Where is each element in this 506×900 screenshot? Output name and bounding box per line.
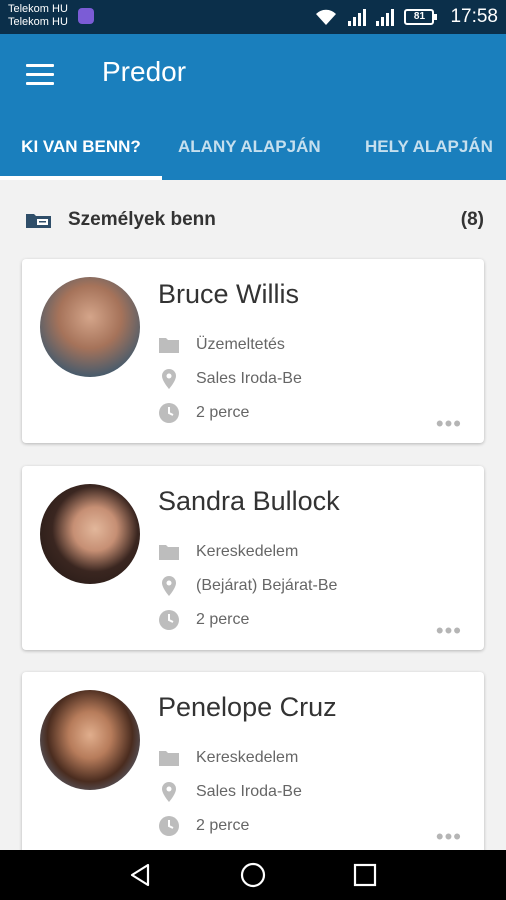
department-text: Üzemeltetés — [196, 336, 285, 353]
department-row: Kereskedelem — [158, 746, 298, 770]
folder-icon — [158, 334, 180, 356]
more-dots-icon[interactable]: ••• — [436, 826, 462, 848]
avatar — [40, 277, 140, 377]
time-row: 2 perce — [158, 814, 249, 838]
recents-icon[interactable] — [350, 860, 380, 890]
battery-icon: 81 — [404, 9, 438, 25]
location-row: Sales Iroda-Be — [158, 367, 302, 391]
tab-hely-alapjan[interactable]: HELY ALAPJÁN — [365, 126, 493, 180]
person-name: Penelope Cruz — [158, 692, 337, 722]
app-title: Predor — [102, 56, 187, 87]
time-row: 2 perce — [158, 608, 249, 632]
department-row: Kereskedelem — [158, 540, 298, 564]
folder-icon — [158, 747, 180, 769]
signal-icon-2 — [376, 8, 395, 26]
status-bar: Telekom HU Telekom HU 81 17:58 — [0, 0, 506, 34]
carrier-name-1: Telekom HU — [8, 3, 68, 15]
department-row: Üzemeltetés — [158, 333, 285, 357]
folder-icon — [158, 541, 180, 563]
home-icon[interactable] — [238, 860, 268, 890]
more-dots-icon[interactable]: ••• — [436, 413, 462, 435]
back-icon[interactable] — [126, 860, 156, 890]
signal-icon-1 — [348, 8, 367, 26]
clock-icon — [158, 609, 180, 631]
menu-icon[interactable] — [26, 64, 54, 86]
tab-bar: KI VAN BENN? ALANY ALAPJÁN HELY ALAPJÁN — [0, 126, 506, 180]
wifi-icon — [316, 9, 337, 25]
location-text: Sales Iroda-Be — [196, 783, 302, 800]
location-pin-icon — [158, 575, 180, 597]
clock-icon — [158, 815, 180, 837]
department-text: Kereskedelem — [196, 543, 299, 560]
location-pin-icon — [158, 781, 180, 803]
time-text: 2 perce — [196, 404, 250, 421]
time-text: 2 perce — [196, 817, 250, 834]
location-row: Sales Iroda-Be — [158, 780, 302, 804]
clock-time: 17:58 — [450, 6, 498, 27]
department-text: Kereskedelem — [196, 749, 299, 766]
more-dots-icon[interactable]: ••• — [436, 620, 462, 642]
avatar — [40, 690, 140, 790]
person-card[interactable]: Penelope Cruz Kereskedelem Sales Iroda-B… — [22, 672, 484, 856]
time-row: 2 perce — [158, 401, 249, 425]
person-card[interactable]: Bruce Willis Üzemeltetés Sales Iroda-Be … — [22, 259, 484, 443]
section-header: Személyek benn (8) — [22, 206, 486, 236]
location-text: Sales Iroda-Be — [196, 370, 302, 387]
system-nav-bar — [0, 850, 506, 900]
clock-icon — [158, 402, 180, 424]
app-bar: Predor KI VAN BENN? ALANY ALAPJÁN HELY A… — [0, 34, 506, 180]
time-text: 2 perce — [196, 611, 250, 628]
person-card[interactable]: Sandra Bullock Kereskedelem (Bejárat) Be… — [22, 466, 484, 650]
id-card-folder-icon — [26, 214, 51, 228]
avatar — [40, 484, 140, 584]
active-tab-indicator — [0, 176, 162, 180]
location-pin-icon — [158, 368, 180, 390]
section-title: Személyek benn — [68, 209, 216, 230]
location-text: (Bejárat) Bejárat-Be — [196, 577, 338, 594]
notification-app-icon — [78, 8, 94, 24]
carrier-info: Telekom HU Telekom HU — [8, 3, 68, 29]
carrier-name-2: Telekom HU — [8, 16, 68, 28]
location-row: (Bejárat) Bejárat-Be — [158, 574, 337, 598]
tab-alany-alapjan[interactable]: ALANY ALAPJÁN — [178, 126, 321, 180]
section-count: (8) — [460, 209, 484, 230]
tab-ki-van-benn[interactable]: KI VAN BENN? — [0, 126, 162, 180]
person-name: Sandra Bullock — [158, 486, 340, 516]
person-name: Bruce Willis — [158, 279, 300, 309]
